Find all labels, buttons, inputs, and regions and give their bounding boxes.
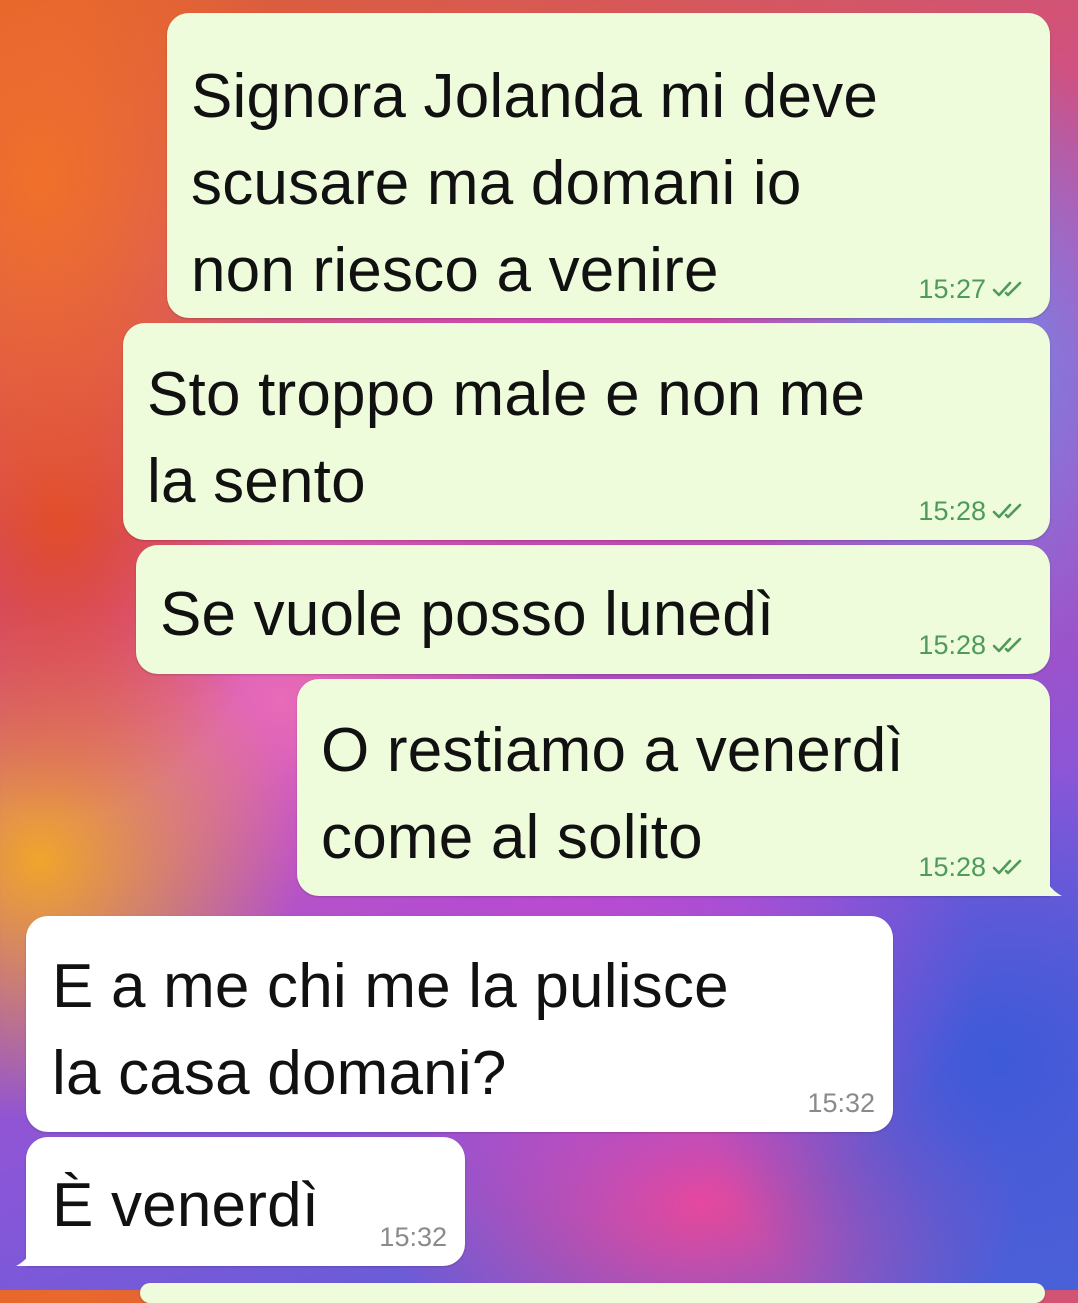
message-text: O restiamo a venerdì come al solito: [321, 716, 904, 872]
message-text: E a me chi me la pulisce la casa domani?: [52, 952, 729, 1108]
message-text: Signora Jolanda mi deve scusare ma doman…: [191, 62, 879, 305]
message-time: 15:27: [918, 274, 986, 304]
message-meta: 15:28: [918, 496, 1028, 526]
message-text: Se vuole posso lunedì: [160, 580, 775, 649]
double-check-icon: [992, 637, 1022, 653]
bubble-tail: [16, 1244, 36, 1266]
message-bubble-incoming[interactable]: È venerdì 15:32: [16, 1137, 465, 1266]
message-meta: 15:32: [379, 1222, 447, 1252]
message-time: 15:28: [918, 630, 986, 660]
message-time: 15:32: [379, 1222, 447, 1252]
message-text: Sto troppo male e non me la sento: [147, 360, 866, 516]
message-text: È venerdì: [52, 1171, 320, 1240]
message-meta: 15:28: [918, 852, 1028, 882]
message-meta: 15:28: [918, 630, 1028, 660]
message-bubble-incoming[interactable]: E a me chi me la pulisce la casa domani?…: [26, 916, 893, 1132]
message-bubble-outgoing[interactable]: Signora Jolanda mi deve scusare ma doman…: [167, 13, 1050, 318]
bubble-tail: [1042, 874, 1062, 896]
message-bubble-outgoing[interactable]: Sto troppo male e non me la sento 15:28: [123, 323, 1050, 540]
message-bubble-outgoing-partial[interactable]: [140, 1283, 1045, 1303]
message-time: 15:28: [918, 496, 986, 526]
message-bubble-outgoing[interactable]: O restiamo a venerdì come al solito 15:2…: [297, 679, 1062, 896]
double-check-icon: [992, 281, 1022, 297]
message-meta: 15:27: [918, 274, 1028, 304]
double-check-icon: [992, 859, 1022, 875]
message-meta: 15:32: [807, 1088, 875, 1118]
double-check-icon: [992, 503, 1022, 519]
message-bubble-outgoing[interactable]: Se vuole posso lunedì 15:28: [136, 545, 1050, 674]
message-time: 15:28: [918, 852, 986, 882]
message-time: 15:32: [807, 1088, 875, 1118]
